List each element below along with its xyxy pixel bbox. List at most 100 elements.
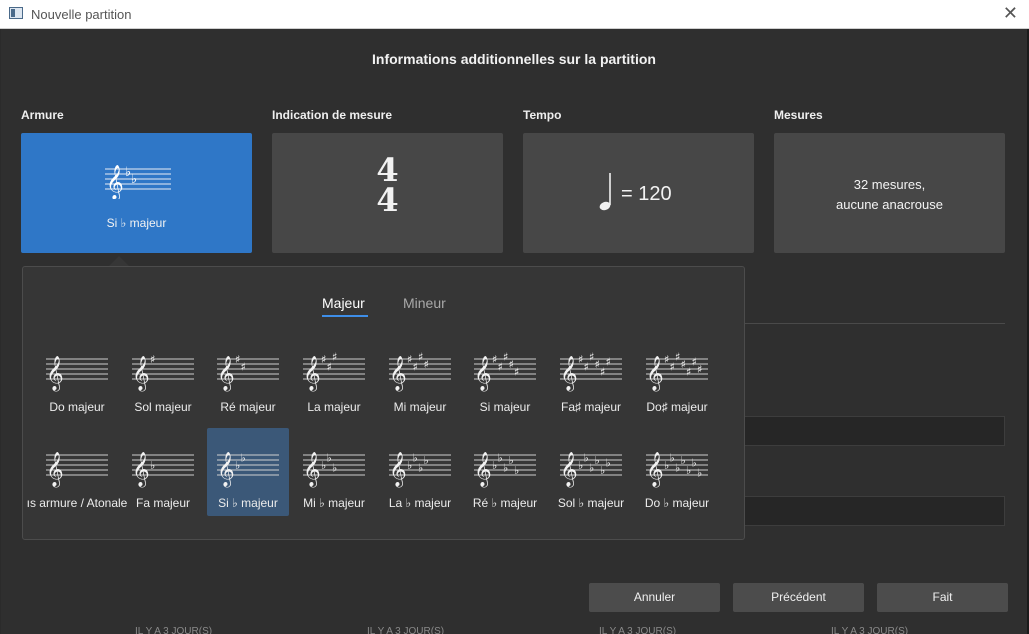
flat-icon: ♭ xyxy=(606,457,611,470)
key-signature-card[interactable]: 𝄞 ♭ ♭ Si ♭ majeur xyxy=(21,133,252,253)
svg-text:𝄞: 𝄞 xyxy=(106,165,124,199)
window-titlebar: Nouvelle partition ✕ xyxy=(0,0,1029,29)
cancel-button[interactable]: Annuler xyxy=(589,583,720,612)
flat-icon: ♭ xyxy=(150,459,155,472)
form-field[interactable] xyxy=(745,416,1005,446)
svg-text:𝄞: 𝄞 xyxy=(474,452,492,488)
key-option[interactable]: 𝄞 ♭ ♭ ♭ ♭ ♭ ♭ ♭ Do ♭ majeur xyxy=(636,428,718,516)
flat-icon: ♭ xyxy=(492,459,497,472)
measures-card[interactable]: 32 mesures, aucune anacrouse xyxy=(774,133,1005,253)
flat-icon: ♭ xyxy=(503,462,508,475)
key-option[interactable]: 𝄞 ♯ Sol majeur xyxy=(122,332,204,420)
key-signature-staff-icon: 𝄞 ♭ ♭ xyxy=(105,165,171,199)
key-staff-icon: 𝄞 ♯♯♯♯♯♯♯ xyxy=(646,351,708,392)
key-option[interactable]: 𝄞 ♯ ♯ ♯ ♯ ♯ ♯ ♯ Do♯ majeur xyxy=(636,332,718,420)
key-option[interactable]: 𝄞 ♯ ♯ ♯ ♯ Mi majeur xyxy=(379,332,461,420)
key-option[interactable]: 𝄞 ♭ ♭ ♭ ♭ ♭ Ré ♭ majeur xyxy=(464,428,546,516)
tempo-value: = 120 xyxy=(621,183,672,205)
flat-icon: ♭ xyxy=(589,462,594,475)
flat-icon: ♭ xyxy=(498,452,503,465)
tempo-card[interactable]: = 120 xyxy=(523,133,754,253)
key-staff-icon: 𝄞 ♭♭♭ xyxy=(303,452,365,488)
flat-icon: ♭ xyxy=(321,459,326,472)
flat-icon: ♭ xyxy=(424,454,429,467)
form-divider xyxy=(745,323,1005,324)
sharp-icon: ♯ xyxy=(150,353,155,366)
svg-text:𝄞: 𝄞 xyxy=(474,356,492,392)
key-option[interactable]: 𝄞 ♭ ♭ Si ♭ majeur xyxy=(207,428,289,516)
key-staff-icon: 𝄞 ♭♭♭♭♭ xyxy=(474,452,536,488)
key-staff-icon: 𝄞 xyxy=(46,356,108,392)
flat-icon: ♭ xyxy=(584,452,589,465)
svg-text:𝄞: 𝄞 xyxy=(560,356,578,392)
key-option[interactable]: 𝄞 ♯ ♯ ♯ La majeur xyxy=(293,332,375,420)
flat-icon: ♭ xyxy=(332,462,337,475)
svg-text:𝄞: 𝄞 xyxy=(646,356,664,392)
flat-icon: ♭ xyxy=(241,452,246,465)
flat-icon: ♭ xyxy=(514,464,519,477)
sharp-icon: ♯ xyxy=(697,363,702,376)
time-signature-card[interactable]: 4 4 xyxy=(272,133,503,253)
key-option[interactable]: 𝄞 ♯ ♯ Ré majeur xyxy=(207,332,289,420)
flat-icon: ♭ xyxy=(327,452,332,465)
dialog-heading: Informations additionnelles sur la parti… xyxy=(372,51,656,67)
previous-button[interactable]: Précédent xyxy=(733,583,864,612)
time-signature-denominator: 4 xyxy=(376,181,399,219)
svg-text:𝄞: 𝄞 xyxy=(217,452,235,488)
tab-major[interactable]: Majeur xyxy=(322,295,365,311)
key-staff-icon: 𝄞 ♭♭ xyxy=(217,452,279,488)
svg-text:𝄞: 𝄞 xyxy=(46,452,64,488)
quarter-note-icon xyxy=(599,173,611,211)
flat-icon: ♭ xyxy=(509,454,514,467)
measures-section-label: Mesures xyxy=(774,108,823,122)
new-score-dialog: Informations additionnelles sur la parti… xyxy=(1,29,1027,634)
svg-text:𝄞: 𝄞 xyxy=(217,356,235,392)
key-staff-icon: 𝄞 ♭ xyxy=(132,452,194,488)
form-field[interactable] xyxy=(745,496,1005,526)
flat-icon: ♭ xyxy=(235,459,240,472)
key-option[interactable]: 𝄞 Do majeur xyxy=(36,332,118,420)
key-option[interactable]: 𝄞 ♭ ♭ ♭ ♭ La ♭ majeur xyxy=(379,428,461,516)
flat-icon: ♭ xyxy=(675,462,680,475)
key-option[interactable]: 𝄞 ıs armure / Atonale xyxy=(27,428,128,516)
key-option[interactable]: 𝄞 ♭ Fa majeur xyxy=(122,428,204,516)
footer-timestamp: IL Y A 3 JOUR(S) xyxy=(367,626,445,634)
svg-text:♭: ♭ xyxy=(131,172,137,187)
key-staff-icon: 𝄞 ♯♯♯♯♯ xyxy=(474,351,536,392)
key-option-label: Do ♭ majeur xyxy=(644,496,710,510)
flat-icon: ♭ xyxy=(686,464,691,477)
flat-icon: ♭ xyxy=(413,452,418,465)
done-button[interactable]: Fait xyxy=(877,583,1008,612)
flat-icon: ♭ xyxy=(692,457,697,470)
svg-text:𝄞: 𝄞 xyxy=(303,452,321,488)
key-staff-icon: 𝄞 ♯ xyxy=(132,353,194,392)
key-option[interactable]: 𝄞 ♭ ♭ ♭ Mi ♭ majeur xyxy=(293,428,375,516)
key-option[interactable]: 𝄞 ♯ ♯ ♯ ♯ ♯ Si majeur xyxy=(464,332,546,420)
sharp-icon: ♯ xyxy=(424,358,429,371)
key-option[interactable]: 𝄞 ♯ ♯ ♯ ♯ ♯ ♯ Fa♯ majeur xyxy=(550,332,632,420)
sharp-icon: ♯ xyxy=(332,351,337,364)
measures-count: 32 mesures, xyxy=(853,177,926,192)
flat-icon: ♭ xyxy=(407,459,412,472)
tab-minor[interactable]: Mineur xyxy=(403,295,446,311)
tab-underline xyxy=(322,315,368,317)
svg-text:𝄞: 𝄞 xyxy=(132,452,150,488)
key-staff-icon: 𝄞 ♭♭♭♭♭♭ xyxy=(560,452,622,488)
key-staff-icon: 𝄞 ♯♯♯♯♯♯ xyxy=(560,351,622,392)
svg-text:𝄞: 𝄞 xyxy=(389,356,407,392)
tempo-section-label: Tempo xyxy=(523,108,562,122)
key-staff-icon: 𝄞 ♯♯ xyxy=(217,353,279,392)
footer-timestamp: IL Y A 3 JOUR(S) xyxy=(599,626,677,634)
flat-icon: ♭ xyxy=(697,467,702,480)
flat-icon: ♭ xyxy=(664,459,669,472)
svg-text:𝄞: 𝄞 xyxy=(560,452,578,488)
flat-icon: ♭ xyxy=(670,452,675,465)
close-icon[interactable]: ✕ xyxy=(1003,4,1018,22)
key-staff-icon: 𝄞 ♭♭♭♭♭♭♭ xyxy=(646,452,708,488)
app-icon xyxy=(9,7,23,19)
flat-icon: ♭ xyxy=(578,459,583,472)
key-signature-popup: Majeur Mineur 𝄞 Do majeur 𝄞 ♯ Sol majeur 𝄞 ♯ ♯ R… xyxy=(22,266,745,540)
svg-text:𝄞: 𝄞 xyxy=(389,452,407,488)
window-title: Nouvelle partition xyxy=(31,7,132,22)
key-option[interactable]: 𝄞 ♭ ♭ ♭ ♭ ♭ ♭ Sol ♭ majeur xyxy=(550,428,632,516)
